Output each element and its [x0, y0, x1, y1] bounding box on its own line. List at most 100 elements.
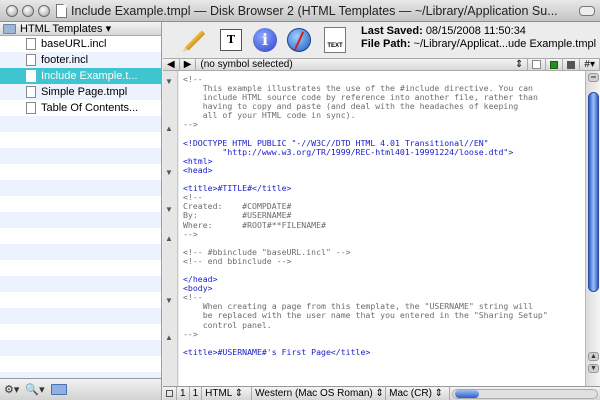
function-popup-label: (no symbol selected) — [200, 59, 293, 70]
file-list-item-selected[interactable]: Include Example.t... — [0, 68, 161, 84]
code-line[interactable] — [183, 339, 585, 348]
code-line[interactable]: <!DOCTYPE HTML PUBLIC "-//W3C//DTD HTML … — [183, 139, 585, 148]
scroll-down-arrow-icon[interactable]: ▼ — [588, 364, 599, 373]
editor-gutter[interactable]: ▼ ▲ ▼ ▼ ▲ ▼ ▲ — [163, 71, 178, 386]
marker-icon — [550, 60, 559, 69]
code-text[interactable]: <!-- This example illustrates the use of… — [179, 71, 585, 357]
markers-popup[interactable] — [546, 59, 564, 70]
minimize-window-button[interactable] — [22, 4, 34, 17]
vertical-scrollbar[interactable]: ═ ▲ ▼ — [585, 71, 600, 386]
search-menu-icon[interactable]: 🔍▾ — [25, 383, 44, 396]
status-bar: 1 1 HTML ⇕ Western (Mac OS Roman) ⇕ Mac … — [163, 386, 600, 400]
code-line[interactable]: Where: #ROOT#**FILENAME# — [183, 221, 585, 230]
forward-button[interactable]: ▶ — [180, 59, 197, 70]
counterpart-popup[interactable] — [563, 59, 581, 70]
code-line[interactable]: <head> — [183, 166, 585, 175]
code-line[interactable]: Created: #COMPDATE# — [183, 202, 585, 211]
status-lock-icon[interactable] — [163, 387, 177, 400]
code-line[interactable]: <!-- — [183, 293, 585, 302]
scroll-up-arrow-icon[interactable]: ▲ — [588, 352, 599, 361]
sidebar-footer: ⚙▾ 🔍▾ — [0, 378, 161, 400]
sidebar-folder-popup[interactable]: HTML Templates ▾ — [0, 22, 161, 36]
code-line[interactable]: --> — [183, 330, 585, 339]
document-proxy-icon[interactable] — [56, 3, 67, 18]
text-options-button[interactable]: TEXT — [321, 26, 349, 54]
code-line[interactable]: When creating a page from this template,… — [183, 302, 585, 311]
code-line[interactable]: <!-- — [183, 193, 585, 202]
line-endings-popup[interactable]: Mac (CR) ⇕ — [386, 387, 451, 400]
code-line[interactable]: <html> — [183, 157, 585, 166]
file-icon — [26, 102, 36, 114]
close-window-button[interactable] — [6, 4, 18, 17]
sidebar-toggle-button[interactable] — [50, 384, 67, 395]
code-line[interactable]: <!-- #bbinclude "baseURL.incl" --> — [183, 248, 585, 257]
code-line[interactable]: This example illustrates the use of the … — [183, 84, 585, 93]
language-popup[interactable]: HTML ⇕ — [202, 387, 253, 400]
code-line[interactable]: <title>#USERNAME#'s First Page</title> — [183, 348, 585, 357]
window-controls — [0, 4, 54, 17]
fold-end-icon[interactable]: ▲ — [165, 124, 173, 133]
toolbar-toggle-button[interactable] — [579, 5, 595, 16]
code-line[interactable] — [183, 130, 585, 139]
code-line[interactable]: <!-- end bbinclude --> — [183, 257, 585, 266]
code-line[interactable]: --> — [183, 120, 585, 129]
code-line[interactable]: all of your HTML code in sync). — [183, 111, 585, 120]
window-title: Include Example.tmpl — Disk Browser 2 (H… — [71, 3, 558, 18]
fold-end-icon[interactable]: ▲ — [165, 333, 173, 342]
code-line[interactable]: <!-- — [183, 75, 585, 84]
function-popup[interactable]: (no symbol selected) ⇕ — [196, 59, 529, 70]
fold-arrow-icon[interactable]: ▼ — [165, 205, 173, 214]
document-icon-popup[interactable] — [528, 59, 547, 70]
counterpart-icon — [567, 60, 576, 69]
preview-in-browser-button[interactable] — [285, 26, 313, 54]
navigation-bar: ◀ ▶ (no symbol selected) ⇕ #▾ — [163, 58, 600, 71]
hash-popup[interactable]: #▾ — [580, 59, 600, 70]
code-line[interactable]: <body> — [183, 284, 585, 293]
gear-menu-icon[interactable]: ⚙▾ — [4, 383, 19, 396]
code-line[interactable]: "http://www.w3.org/TR/1999/REC-html401-1… — [183, 148, 585, 157]
fold-arrow-icon[interactable]: ▼ — [165, 296, 173, 305]
file-path-row: File Path: ~/Library/Applicat...ude Exam… — [361, 38, 596, 51]
pencil-icon — [184, 29, 206, 51]
code-editor[interactable]: <!-- This example illustrates the use of… — [179, 71, 585, 386]
file-name: Include Example.t... — [41, 70, 138, 82]
fold-arrow-icon[interactable]: ▼ — [165, 168, 173, 177]
file-list-item[interactable]: footer.incl — [0, 52, 161, 68]
lock-icon — [166, 390, 173, 397]
code-line[interactable]: be replaced with the user name that you … — [183, 311, 585, 320]
vertical-scroll-thumb[interactable] — [588, 92, 599, 292]
code-line[interactable]: include HTML source code by reference in… — [183, 93, 585, 102]
code-line[interactable]: having to copy and paste (and deal with … — [183, 102, 585, 111]
line-number[interactable]: 1 — [177, 387, 190, 400]
info-button[interactable]: i — [251, 26, 279, 54]
text-document-icon: TEXT — [324, 27, 346, 53]
horizontal-scrollbar[interactable] — [452, 388, 598, 399]
file-list-item[interactable]: Simple Page.tmpl — [0, 84, 161, 100]
file-name: Table Of Contents... — [41, 102, 139, 114]
horizontal-scroll-thumb[interactable] — [455, 389, 480, 398]
code-line[interactable]: --> — [183, 230, 585, 239]
code-line[interactable] — [183, 239, 585, 248]
column-number[interactable]: 1 — [190, 387, 203, 400]
zoom-window-button[interactable] — [38, 4, 50, 17]
fold-end-icon[interactable]: ▲ — [165, 234, 173, 243]
code-line[interactable] — [183, 175, 585, 184]
file-path-value: ~/Library/Applicat...ude Example.tmpl — [413, 38, 597, 50]
encoding-popup[interactable]: Western (Mac OS Roman) ⇕ — [252, 387, 387, 400]
code-line[interactable]: By: #USERNAME# — [183, 211, 585, 220]
code-line[interactable]: </head> — [183, 275, 585, 284]
sidebar-folder-label: HTML Templates ▾ — [20, 23, 112, 35]
file-list-item[interactable]: Table Of Contents... — [0, 100, 161, 116]
code-line[interactable]: control panel. — [183, 321, 585, 330]
split-handle-icon[interactable]: ═ — [588, 73, 599, 82]
file-icon — [26, 54, 36, 66]
fold-arrow-icon[interactable]: ▼ — [165, 77, 173, 86]
template-menu-button[interactable]: T — [217, 26, 245, 54]
file-icon — [26, 70, 36, 82]
window-titlebar[interactable]: Include Example.tmpl — Disk Browser 2 (H… — [0, 0, 600, 22]
code-line[interactable]: <title>#TITLE#</title> — [183, 184, 585, 193]
edit-button[interactable] — [181, 26, 209, 54]
back-button[interactable]: ◀ — [163, 59, 180, 70]
file-list-item[interactable]: baseURL.incl — [0, 36, 161, 52]
code-line[interactable] — [183, 266, 585, 275]
